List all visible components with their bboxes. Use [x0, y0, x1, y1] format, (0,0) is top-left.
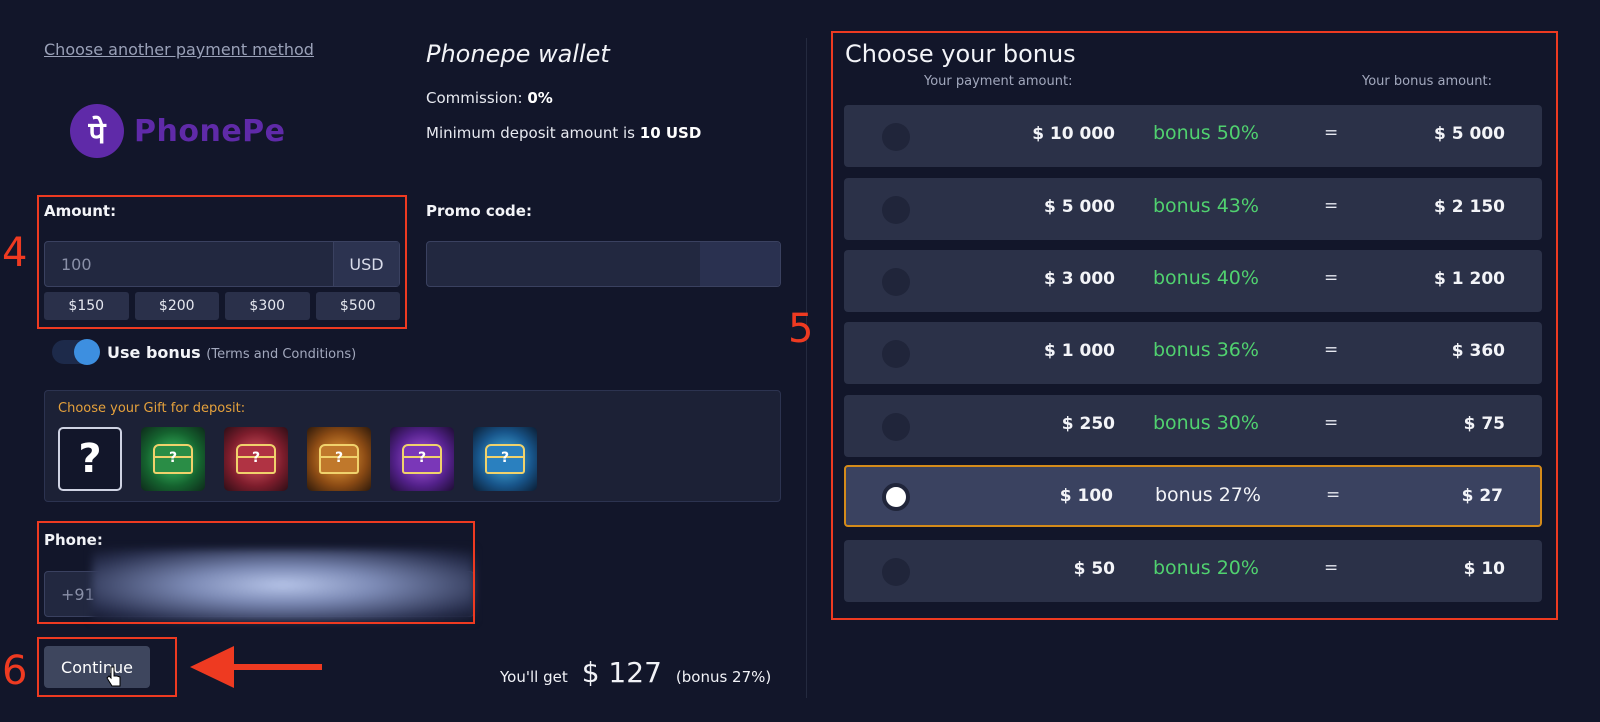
use-bonus-label: Use bonus (Terms and Conditions): [107, 343, 356, 362]
gift-chest-icon: ?: [485, 444, 525, 474]
summary-value: $ 127: [581, 656, 662, 689]
terms-link[interactable]: (Terms and Conditions): [206, 347, 356, 362]
promo-label: Promo code:: [426, 202, 532, 220]
summary: You'll get $ 127 (bonus 27%): [500, 656, 771, 689]
gift-chest-blue[interactable]: ?: [473, 427, 537, 491]
gift-chest-orange[interactable]: ?: [307, 427, 371, 491]
chest-mark: ?: [500, 450, 510, 466]
column-divider: [806, 38, 807, 698]
wallet-title: Phonepe wallet: [426, 40, 610, 68]
commission-label: Commission:: [426, 89, 523, 107]
min-deposit-value: 10 USD: [639, 124, 702, 142]
min-deposit-label: Minimum deposit amount is: [426, 124, 635, 142]
annotation-number-4: 4: [2, 230, 28, 276]
summary-label: You'll get: [500, 668, 568, 686]
annotation-box-phone: [37, 521, 475, 624]
gift-panel: Choose your Gift for deposit: ? ? ? ? ? …: [44, 390, 781, 502]
gift-chest-red[interactable]: ?: [224, 427, 288, 491]
annotation-box-amount: [37, 195, 407, 329]
gift-chest-icon: ?: [236, 444, 276, 474]
gift-options: ? ? ? ? ? ?: [58, 427, 537, 491]
arrow-head-icon: [190, 646, 234, 688]
annotation-box-continue: [37, 637, 177, 697]
promo-code-input[interactable]: [426, 241, 781, 287]
commission-text: Commission: 0%: [426, 89, 553, 107]
gift-label: Choose your Gift for deposit:: [58, 401, 246, 416]
annotation-number-5: 5: [788, 306, 814, 352]
commission-value: 0%: [527, 89, 553, 107]
chest-mark: ?: [251, 450, 261, 466]
promo-code-text[interactable]: [427, 242, 700, 286]
annotation-number-6: 6: [2, 648, 28, 694]
phonepe-logo-icon: पे: [70, 104, 124, 158]
annotation-box-bonus: [831, 31, 1558, 620]
chest-mark: ?: [168, 450, 178, 466]
summary-bonus: (bonus 27%): [675, 668, 772, 686]
gift-chest-icon: ?: [153, 444, 193, 474]
choose-another-payment-link[interactable]: Choose another payment method: [44, 40, 314, 59]
chest-mark: ?: [334, 450, 344, 466]
chest-mark: ?: [417, 450, 427, 466]
min-deposit-text: Minimum deposit amount is 10 USD: [426, 124, 701, 142]
gift-mystery-option[interactable]: ?: [58, 427, 122, 491]
toggle-icon: [74, 339, 100, 365]
phonepe-logo-text: PhonePe: [134, 113, 286, 149]
phonepe-logo: पे PhonePe: [70, 104, 286, 158]
gift-chest-icon: ?: [402, 444, 442, 474]
promo-apply-button[interactable]: [700, 242, 780, 286]
use-bonus-toggle[interactable]: [52, 339, 100, 365]
gift-chest-green[interactable]: ?: [141, 427, 205, 491]
arrow-left-icon: [232, 664, 322, 670]
use-bonus-text: Use bonus: [107, 343, 201, 362]
gift-chest-icon: ?: [319, 444, 359, 474]
gift-chest-purple[interactable]: ?: [390, 427, 454, 491]
